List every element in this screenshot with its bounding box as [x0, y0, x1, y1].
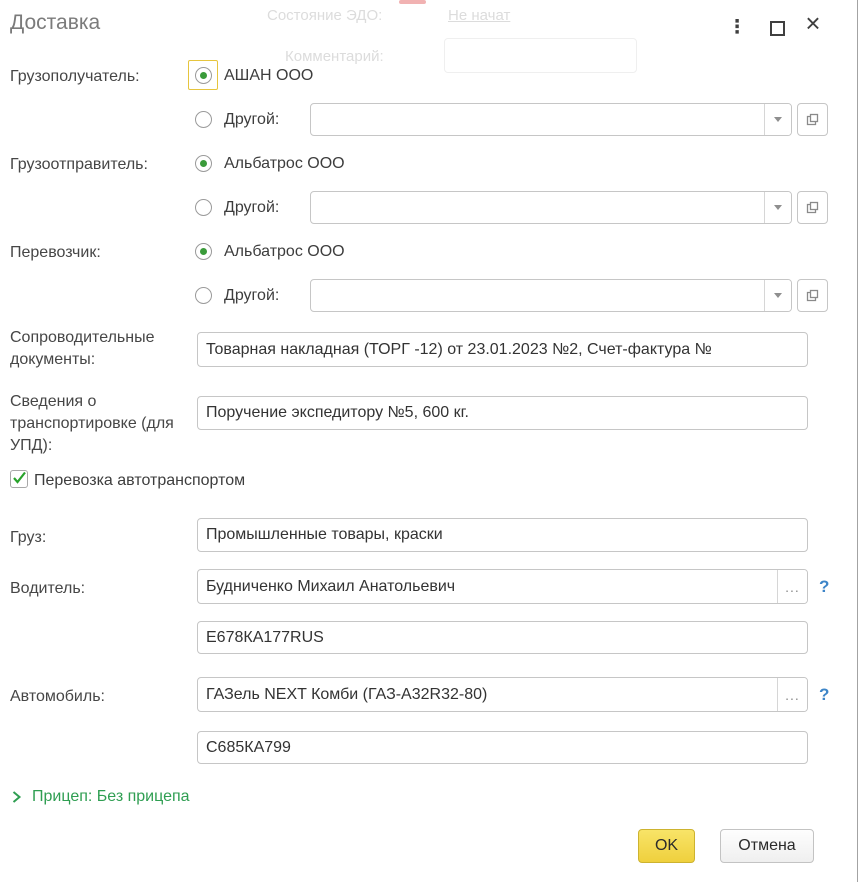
- carrier-other-radio[interactable]: [188, 280, 218, 310]
- vehicle-combo: ...: [197, 677, 808, 712]
- shipper-dropdown-button[interactable]: [764, 192, 791, 223]
- chevron-down-icon: [774, 293, 782, 298]
- shipper-main-radio[interactable]: [188, 148, 218, 178]
- consignee-dropdown-button[interactable]: [764, 104, 791, 135]
- radio-unselected-icon: [195, 287, 212, 304]
- ghost-status-label: Состояние ЭДО:: [267, 7, 382, 24]
- carrier-main-radio-label[interactable]: Альбатрос ООО: [224, 242, 345, 261]
- radio-unselected-icon: [195, 199, 212, 216]
- driver-select-button[interactable]: ...: [777, 570, 807, 603]
- vehicle-help-link[interactable]: ?: [819, 685, 829, 705]
- driver-combo: ...: [197, 569, 808, 604]
- delivery-dialog: Состояние ЭДО: Не начат Комментарий: Дос…: [0, 0, 864, 882]
- consignee-other-combo: [310, 103, 792, 136]
- consignee-main-radio-label[interactable]: АШАН ООО: [224, 66, 313, 85]
- driver-id-input[interactable]: [197, 621, 808, 654]
- consignee-other-radio[interactable]: [188, 104, 218, 134]
- consignee-main-radio[interactable]: [188, 60, 218, 90]
- documents-input[interactable]: [197, 332, 808, 367]
- radio-selected-icon: [195, 243, 212, 260]
- driver-help-link[interactable]: ?: [819, 577, 829, 597]
- ghost-red-mark: [399, 0, 426, 4]
- maximize-icon[interactable]: [770, 21, 785, 36]
- shipper-other-combo: [310, 191, 792, 224]
- shipper-label: Грузоотправитель:: [10, 154, 148, 176]
- carrier-main-radio[interactable]: [188, 236, 218, 266]
- carrier-dropdown-button[interactable]: [764, 280, 791, 311]
- checkmark-icon: [12, 471, 27, 485]
- consignee-label: Грузополучатель:: [10, 66, 140, 88]
- carrier-other-radio-label[interactable]: Другой:: [224, 286, 279, 305]
- carrier-open-button[interactable]: [797, 279, 828, 312]
- open-form-icon: [806, 289, 819, 302]
- cargo-label: Груз:: [10, 527, 46, 549]
- consignee-section: Грузополучатель: АШАН ООО Другой:: [0, 56, 864, 144]
- chevron-right-icon[interactable]: [11, 790, 22, 804]
- carrier-other-combo: [310, 279, 792, 312]
- more-menu-icon[interactable]: ⋮: [726, 16, 748, 38]
- driver-label: Водитель:: [10, 578, 85, 600]
- dialog-title: Доставка: [10, 11, 100, 35]
- shipper-open-button[interactable]: [797, 191, 828, 224]
- ghost-status-link: Не начат: [448, 7, 510, 24]
- chevron-down-icon: [774, 205, 782, 210]
- consignee-other-input[interactable]: [311, 104, 764, 135]
- radio-selected-icon: [195, 155, 212, 172]
- chevron-down-icon: [774, 117, 782, 122]
- carrier-label: Перевозчик:: [10, 242, 101, 264]
- shipper-main-radio-label[interactable]: Альбатрос ООО: [224, 154, 345, 173]
- vehicle-plate-input[interactable]: [197, 731, 808, 764]
- radio-unselected-icon: [195, 111, 212, 128]
- consignee-open-button[interactable]: [797, 103, 828, 136]
- radio-selected-icon: [195, 67, 212, 84]
- vehicle-label: Автомобиль:: [10, 686, 105, 708]
- transport-info-input[interactable]: [197, 396, 808, 430]
- trailer-expand-link[interactable]: Прицеп: Без прицепа: [32, 788, 190, 806]
- ok-button[interactable]: OK: [638, 829, 695, 863]
- driver-input[interactable]: [198, 570, 777, 603]
- documents-label: Сопроводительные документы:: [10, 327, 195, 371]
- open-form-icon: [806, 201, 819, 214]
- cancel-button[interactable]: Отмена: [720, 829, 814, 863]
- carrier-other-input[interactable]: [311, 280, 764, 311]
- cargo-input[interactable]: [197, 518, 808, 552]
- close-icon[interactable]: ×: [801, 9, 825, 37]
- shipper-other-input[interactable]: [311, 192, 764, 223]
- ellipsis-icon: ...: [785, 579, 800, 595]
- shipper-section: Грузоотправитель: Альбатрос ООО Другой:: [0, 144, 864, 232]
- auto-transport-checkbox[interactable]: [10, 470, 28, 488]
- shipper-other-radio[interactable]: [188, 192, 218, 222]
- shipper-other-radio-label[interactable]: Другой:: [224, 198, 279, 217]
- carrier-section: Перевозчик: Альбатрос ООО Другой:: [0, 232, 864, 320]
- consignee-other-radio-label[interactable]: Другой:: [224, 110, 279, 129]
- ellipsis-icon: ...: [785, 687, 800, 703]
- auto-transport-label[interactable]: Перевозка автотранспортом: [34, 471, 245, 490]
- transport-info-label: Сведения о транспортировке (для УПД):: [10, 391, 175, 457]
- vehicle-input[interactable]: [198, 678, 777, 711]
- open-form-icon: [806, 113, 819, 126]
- vehicle-select-button[interactable]: ...: [777, 678, 807, 711]
